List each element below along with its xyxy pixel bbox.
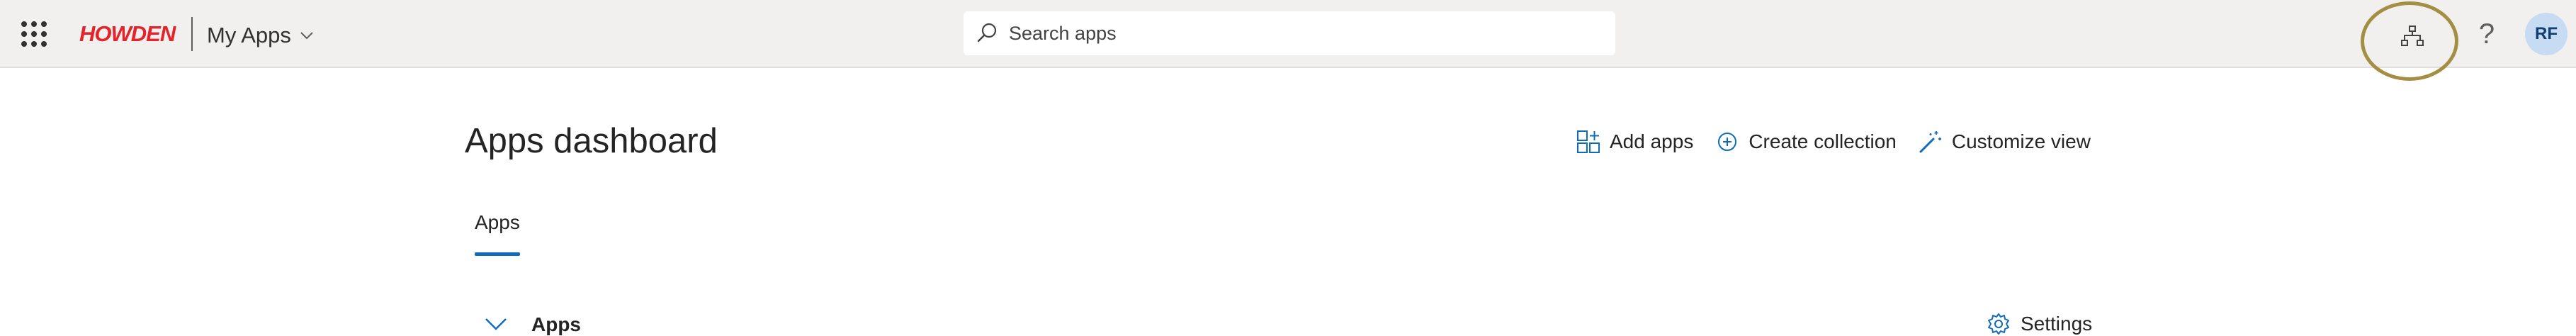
search-input[interactable] (1007, 21, 1591, 45)
gear-icon (1988, 313, 2009, 335)
help-button[interactable]: ? (2465, 13, 2508, 55)
company-logo: HOWDEN (79, 21, 176, 46)
header-divider (191, 17, 193, 51)
chevron-down-icon (300, 32, 313, 40)
help-icon: ? (2478, 18, 2495, 50)
add-circle-icon (1718, 133, 1737, 151)
create-collection-button[interactable]: Create collection (1714, 129, 1897, 155)
dashboard-actions: Add apps Create collection Customize vie… (1576, 125, 2091, 159)
page-title: Apps dashboard (465, 122, 718, 160)
tab-apps[interactable]: Apps (475, 211, 520, 234)
customize-view-button[interactable]: Customize view (1918, 129, 2091, 155)
org-chart-icon (2401, 26, 2424, 46)
add-apps-button[interactable]: Add apps (1576, 129, 1693, 155)
search-box[interactable] (964, 11, 1615, 55)
create-collection-label: Create collection (1749, 130, 1897, 152)
add-apps-icon (1577, 130, 1600, 153)
customize-view-label: Customize view (1951, 130, 2091, 152)
section-title: Apps (531, 313, 581, 335)
add-apps-label: Add apps (1610, 130, 1694, 152)
settings-button[interactable]: Settings (1987, 312, 2092, 336)
avatar[interactable]: RF (2525, 13, 2567, 55)
settings-label: Settings (2021, 313, 2093, 335)
chevron-down-icon[interactable] (483, 315, 509, 335)
app-launcher-icon[interactable] (21, 21, 47, 47)
app-title-label: My Apps (207, 23, 291, 47)
org-chart-button[interactable] (2392, 18, 2433, 54)
my-apps-menu-button[interactable]: My Apps (207, 18, 315, 52)
top-navigation-bar: HOWDEN My Apps ? RF (0, 0, 2576, 81)
search-icon (977, 23, 997, 43)
magic-wand-icon (1919, 131, 1941, 153)
tab-selected-indicator (475, 252, 520, 256)
